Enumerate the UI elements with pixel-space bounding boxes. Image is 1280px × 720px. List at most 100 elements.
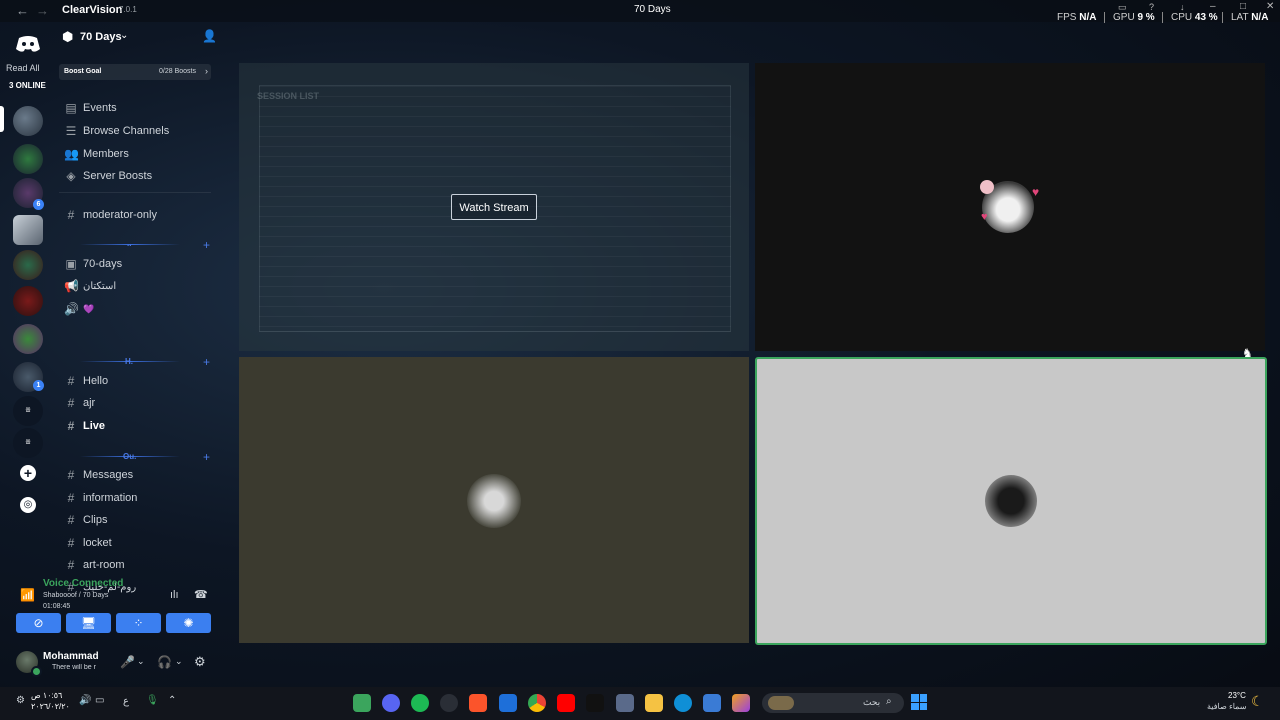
- edge-icon[interactable]: [674, 694, 692, 712]
- store-icon[interactable]: [616, 694, 634, 712]
- username[interactable]: Mohammad: [43, 651, 99, 662]
- soundboard-button[interactable]: ✺: [166, 613, 211, 633]
- camera-off-icon: ⊘: [33, 616, 44, 630]
- app-icon[interactable]: [353, 694, 371, 712]
- chevron-down-icon[interactable]: ⌄: [175, 656, 183, 667]
- discord-taskbar-icon[interactable]: [382, 694, 400, 712]
- channel-live[interactable]: # Live: [64, 416, 105, 436]
- unread-badge: 6: [33, 199, 44, 210]
- boost-goal-label: Boost Goal: [64, 68, 102, 75]
- server-name[interactable]: 70 Days: [80, 31, 122, 43]
- noise-suppression-icon[interactable]: ılı: [170, 589, 179, 601]
- microphone-in-use-icon[interactable]: 🎙: [146, 695, 159, 706]
- server-icon-text[interactable]: ꕥ: [13, 428, 43, 458]
- read-all-button[interactable]: Read All: [6, 63, 40, 73]
- channel-ajr[interactable]: # ajr: [64, 393, 96, 413]
- taskbar-time[interactable]: ١٠:٥٦ ص: [31, 691, 62, 700]
- server-icon[interactable]: [13, 144, 43, 174]
- server-icon[interactable]: [13, 215, 43, 245]
- nav-browse-channels[interactable]: ☰ Browse Channels: [64, 121, 170, 141]
- watch-stream-button[interactable]: Watch Stream: [451, 194, 537, 220]
- add-channel-icon[interactable]: +: [203, 450, 210, 464]
- app-icon[interactable]: [499, 694, 517, 712]
- language-indicator[interactable]: ع: [123, 696, 129, 707]
- channel-messages[interactable]: # Messages: [64, 465, 133, 485]
- spotify-icon[interactable]: [411, 694, 429, 712]
- discover-icon[interactable]: ◎: [20, 497, 36, 513]
- close-icon[interactable]: ✕: [1266, 1, 1274, 12]
- taskbar-date[interactable]: ٢٠٢٦/٠٢/٢٠: [31, 702, 70, 711]
- add-channel-icon[interactable]: +: [203, 355, 210, 369]
- copilot-icon[interactable]: [732, 694, 750, 712]
- chrome-icon[interactable]: [528, 694, 546, 712]
- voice-channel[interactable]: 🔊 💜: [64, 299, 94, 319]
- channel-art-room[interactable]: # art-room: [64, 555, 125, 575]
- channel-information[interactable]: # information: [64, 488, 138, 508]
- server-icon[interactable]: [13, 250, 43, 280]
- voice-channel-70-days[interactable]: ▣ 70-days: [64, 254, 122, 274]
- brave-icon[interactable]: [469, 694, 487, 712]
- server-icon-text[interactable]: ꕥ: [13, 396, 43, 426]
- channel-clips[interactable]: # Clips: [64, 510, 108, 530]
- channel-hello[interactable]: # Hello: [64, 371, 108, 391]
- settings-gear-icon[interactable]: ⚙: [194, 654, 206, 670]
- channel-locket[interactable]: # locket: [64, 533, 112, 553]
- chevron-down-icon[interactable]: ⌄: [120, 30, 128, 41]
- tiktok-icon[interactable]: [586, 694, 604, 712]
- voice-channel-path[interactable]: Shaboooof / 70 Days: [43, 592, 108, 599]
- channel-moderator-only[interactable]: # moderator-only: [64, 205, 157, 225]
- preview-text: SESSION LIST: [257, 91, 320, 101]
- youtube-icon[interactable]: [557, 694, 575, 712]
- activities-icon: ⁘: [133, 616, 144, 630]
- disconnect-icon[interactable]: ☎: [194, 588, 208, 601]
- camera-off-button[interactable]: ⊘: [16, 613, 61, 633]
- app-icon[interactable]: [703, 694, 721, 712]
- download-icon[interactable]: ↓: [1180, 2, 1185, 12]
- chevron-up-icon[interactable]: ⌃: [168, 695, 176, 706]
- invite-icon[interactable]: 👤: [202, 29, 217, 43]
- voice-status[interactable]: Voice Connected: [43, 578, 123, 589]
- participant-tile[interactable]: [239, 357, 749, 643]
- soundboard-icon: ✺: [183, 616, 194, 630]
- headphones-icon[interactable]: 🎧: [157, 655, 172, 669]
- activities-button[interactable]: ⁘: [116, 613, 161, 633]
- search-box[interactable]: بحث ⌕: [762, 693, 904, 713]
- heart-icon: ♥: [1032, 185, 1040, 199]
- server-icon-folder[interactable]: [13, 106, 43, 136]
- hash-icon: #: [67, 491, 75, 505]
- back-arrow-icon[interactable]: ←: [16, 3, 29, 18]
- category-label[interactable]: H.: [125, 357, 133, 366]
- category-label[interactable]: Ou.: [123, 452, 136, 461]
- voice-channel[interactable]: 📢 استكتان: [64, 276, 116, 296]
- chevron-down-icon[interactable]: ⌄: [137, 656, 145, 667]
- maximize-icon[interactable]: □: [1240, 1, 1246, 12]
- windows-start-icon[interactable]: [911, 694, 927, 710]
- share-screen-button[interactable]: 🖥: [66, 613, 111, 633]
- folder-icon[interactable]: [645, 694, 663, 712]
- weather-temp[interactable]: 23°C: [1228, 691, 1246, 700]
- network-icon[interactable]: ⚙: [16, 695, 25, 706]
- volume-icon[interactable]: 🔊: [79, 695, 91, 706]
- server-icon[interactable]: [13, 324, 43, 354]
- discord-home-icon[interactable]: [15, 35, 41, 53]
- category-label[interactable]: ..: [127, 239, 131, 248]
- weather-desc[interactable]: سماء صافية: [1207, 702, 1247, 711]
- microphone-icon[interactable]: 🎤: [120, 655, 135, 669]
- boost-goal-bar[interactable]: Boost Goal 0/28 Boosts ›: [59, 64, 211, 80]
- nav-members[interactable]: 👥 Members: [64, 144, 129, 164]
- lat-readout: LAT N/A: [1231, 12, 1269, 23]
- nav-events[interactable]: ▤ Events: [64, 98, 116, 118]
- participant-tile[interactable]: ♥ ♥: [755, 63, 1265, 351]
- participant-tile-speaking[interactable]: [755, 357, 1267, 645]
- nav-server-boosts[interactable]: ◈ Server Boosts: [64, 166, 152, 186]
- help-icon[interactable]: ?: [1149, 2, 1154, 12]
- forward-arrow-icon[interactable]: →: [36, 3, 49, 18]
- boost-icon: ◈: [66, 169, 76, 183]
- add-server-icon[interactable]: +: [20, 465, 36, 481]
- hash-icon: #: [67, 396, 75, 410]
- steam-icon[interactable]: [440, 694, 458, 712]
- server-icon[interactable]: [13, 286, 43, 316]
- display-icon[interactable]: ▭: [95, 695, 104, 706]
- minimize-icon[interactable]: –: [1210, 1, 1216, 12]
- add-channel-icon[interactable]: +: [203, 238, 210, 252]
